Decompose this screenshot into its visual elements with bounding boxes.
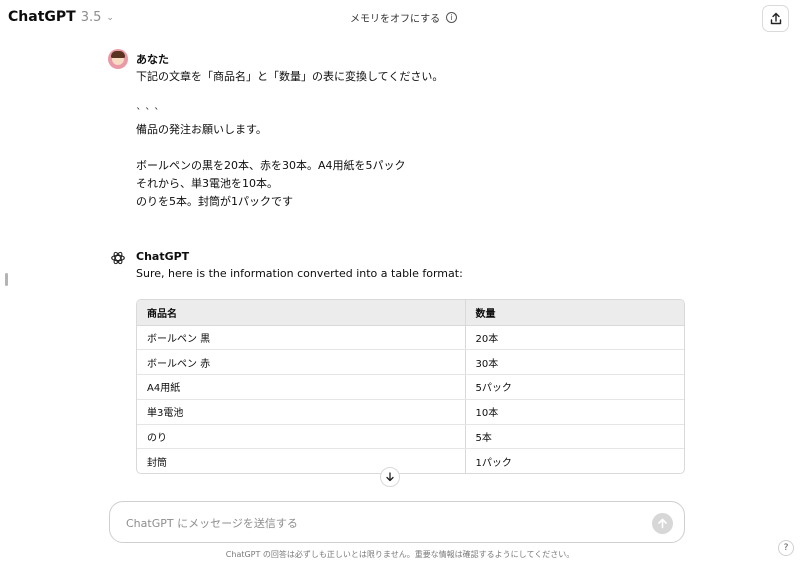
- share-button[interactable]: [762, 5, 789, 32]
- table-row: A4用紙 5パック: [137, 374, 684, 400]
- table-header-row: 商品名 数量: [137, 300, 684, 326]
- message-composer: [109, 501, 685, 543]
- help-button[interactable]: ?: [778, 540, 794, 556]
- send-button[interactable]: [652, 513, 673, 534]
- table-row: ボールペン 黒 20本: [137, 325, 684, 351]
- sidebar-toggle-handle[interactable]: [5, 273, 8, 286]
- result-table: 商品名 数量 ボールペン 黒 20本 ボールペン 赤 30本 A4用紙 5パック…: [136, 299, 685, 474]
- arrow-down-icon: [386, 472, 394, 482]
- arrow-up-icon: [658, 518, 667, 529]
- scroll-to-bottom-button[interactable]: [380, 467, 400, 487]
- assistant-sender-name: ChatGPT: [136, 250, 190, 263]
- memory-label: メモリをオフにする: [350, 14, 441, 25]
- disclaimer-text: ChatGPT の回答は必ずしも正しいとは限りません。重要な情報は確認するように…: [225, 550, 575, 559]
- cell-product: 封筒: [137, 448, 466, 473]
- cell-product: ボールペン 黒: [137, 325, 466, 351]
- model-name: ChatGPT: [8, 9, 76, 25]
- cell-quantity: 5パック: [465, 374, 684, 400]
- info-icon[interactable]: i: [446, 12, 458, 23]
- memory-toggle[interactable]: メモリをオフにする i: [350, 10, 458, 25]
- chevron-down-icon: ⌄: [106, 13, 114, 23]
- cell-quantity: 30本: [465, 349, 684, 376]
- assistant-intro-text: Sure, here is the information converted …: [136, 267, 463, 280]
- share-icon: [770, 12, 781, 25]
- model-picker[interactable]: ChatGPT 3.5 ⌄: [8, 9, 114, 25]
- model-version: 3.5: [80, 10, 102, 25]
- avatar: [108, 49, 128, 69]
- table-row: 単3電池 10本: [137, 399, 684, 425]
- cell-quantity: 20本: [465, 325, 684, 351]
- table-row: ボールペン 赤 30本: [137, 349, 684, 376]
- openai-logo-icon: [111, 251, 125, 265]
- cell-quantity: 10本: [465, 399, 684, 425]
- user-message-text: 下記の文章を「商品名」と「数量」の表に変換してください。 ` ` ` 備品の発注…: [136, 70, 444, 208]
- column-header-quantity: 数量: [465, 300, 684, 326]
- column-header-product: 商品名: [137, 300, 466, 326]
- message-input[interactable]: [126, 513, 626, 533]
- cell-product: のり: [137, 424, 466, 450]
- top-bar: ChatGPT 3.5 ⌄ メモリをオフにする i: [0, 0, 800, 36]
- table-row: 封筒 1パック: [137, 448, 684, 473]
- cell-quantity: 5本: [465, 424, 684, 450]
- cell-product: ボールペン 赤: [137, 349, 466, 376]
- cell-product: 単3電池: [137, 399, 466, 425]
- cell-product: A4用紙: [137, 374, 466, 400]
- table-row: のり 5本: [137, 424, 684, 450]
- user-sender-name: あなた: [136, 53, 169, 66]
- cell-quantity: 1パック: [475, 458, 512, 470]
